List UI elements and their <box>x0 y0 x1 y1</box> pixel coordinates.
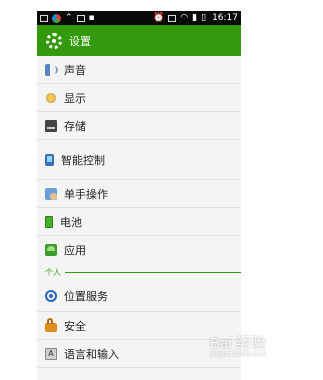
wifi-icon: ◠ <box>180 13 189 23</box>
smart-control-icon <box>45 153 54 166</box>
one-hand-icon <box>45 187 57 200</box>
settings-item-label: 应用 <box>64 244 86 257</box>
settings-item-location[interactable]: 位置服务 <box>37 280 241 312</box>
settings-item-label: 智能控制 <box>61 153 105 167</box>
baidu-watermark: Bai 经验 jingyan.baidu.com <box>210 332 266 358</box>
settings-item-apps[interactable]: 应用 <box>37 236 241 264</box>
settings-gear-icon <box>46 32 62 49</box>
settings-item-label: 电池 <box>60 215 82 229</box>
watermark-brand: Bai 经验 <box>210 335 266 352</box>
settings-item-sound[interactable]: 声音 <box>37 56 241 84</box>
battery-icon: ▯ <box>201 13 207 23</box>
section-header-label: 个人 <box>45 267 61 277</box>
status-bar: ⌃ ▪ ⏰ ◠ ▮ ▯ 16:17 <box>37 11 241 25</box>
settings-item-label: 安全 <box>64 319 86 333</box>
settings-item-one-hand[interactable]: 单手操作 <box>37 180 241 208</box>
sd-card-icon <box>40 14 48 22</box>
section-divider <box>65 271 241 273</box>
language-icon: A <box>45 347 57 360</box>
settings-item-label: 单手操作 <box>64 187 108 201</box>
settings-header: 设置 <box>37 25 241 56</box>
watermark-url: jingyan.baidu.com <box>210 351 267 358</box>
apps-icon <box>45 244 57 256</box>
settings-item-label: 语言和输入 <box>64 347 119 361</box>
settings-item-label: 位置服务 <box>64 289 108 303</box>
app-circle-icon <box>52 13 61 23</box>
settings-item-label: 显示 <box>64 91 86 105</box>
alarm-icon: ⏰ <box>153 13 165 23</box>
location-icon <box>45 289 57 302</box>
alert-icon: ⌃ <box>65 13 73 23</box>
storage-icon <box>45 119 57 132</box>
image-icon <box>76 14 85 22</box>
security-icon <box>45 318 57 332</box>
status-time: 16:17 <box>212 13 238 23</box>
signal-icon: ▮ <box>192 13 198 23</box>
settings-item-display[interactable]: 显示 <box>37 84 241 112</box>
settings-item-battery[interactable]: 电池 <box>37 208 241 236</box>
settings-item-smart-control[interactable]: 智能控制 <box>37 140 241 180</box>
settings-item-label: 声音 <box>64 63 86 77</box>
battery-icon <box>45 215 53 228</box>
settings-list: 声音 显示 存储 智能控制 单手操作 电池 应用 个人 位置服务 安全 A 语言… <box>37 56 241 368</box>
settings-item-storage[interactable]: 存储 <box>37 112 241 140</box>
phone-screen: ⌃ ▪ ⏰ ◠ ▮ ▯ 16:17 设置 声音 显示 存储 智能控制 单手操作 … <box>37 11 241 380</box>
settings-item-label: 存储 <box>64 119 86 133</box>
section-header-personal: 个人 <box>37 264 241 280</box>
page-title: 设置 <box>69 34 91 48</box>
silent-icon <box>168 14 177 22</box>
display-icon <box>45 91 57 104</box>
sound-icon <box>45 63 58 76</box>
menu-icon: ▪ <box>88 13 95 23</box>
